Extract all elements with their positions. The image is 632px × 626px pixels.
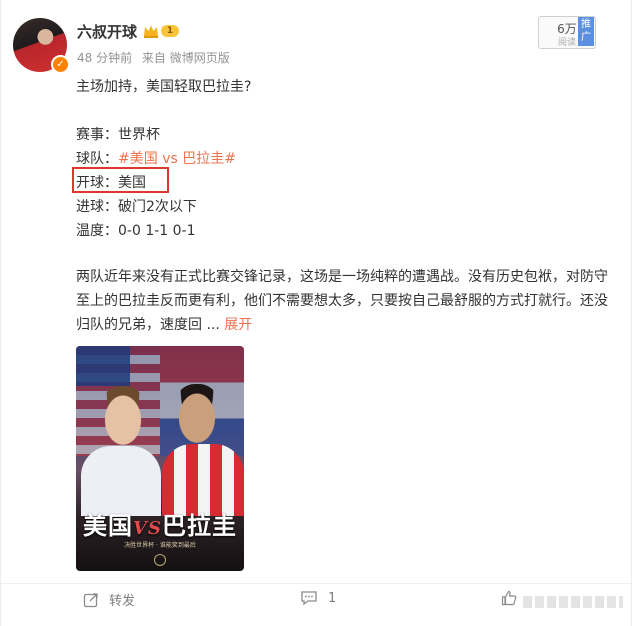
player-usa-head xyxy=(98,386,148,448)
promote-button[interactable]: 推广 xyxy=(578,17,594,46)
info-line-event: 赛事：世界杯 xyxy=(76,123,160,147)
username[interactable]: 六叔开球 xyxy=(77,21,137,42)
post-body: 两队近年来没有正式比赛交锋记录，这场是一场纯粹的遭遇战。没有历史包袱，对防守至上… xyxy=(76,265,616,337)
repost-label: 转发 xyxy=(109,594,136,609)
divider xyxy=(1,583,632,584)
info-label: 球队： xyxy=(76,151,118,167)
expand-link[interactable]: 展开 xyxy=(224,317,252,333)
info-line-goals: 进球：破门2次以下 xyxy=(76,195,197,219)
post-time[interactable]: 48 分钟前 xyxy=(77,51,132,65)
vip-level: 1 xyxy=(161,25,179,37)
post-source: 来自 微博网页版 xyxy=(141,51,230,65)
thumbs-up-icon xyxy=(501,590,517,606)
info-value: 世界杯 xyxy=(118,127,160,143)
vip-badge[interactable]: 1 xyxy=(143,23,181,39)
highlight-box xyxy=(72,167,169,193)
weibo-post-card: ✓ 六叔开球 1 48 分钟前 来自 微博网页版 6万 阅读 推广 主场加持，美… xyxy=(0,0,632,626)
poster-title: 美国VS巴拉圭 xyxy=(83,511,237,540)
post-image[interactable]: 美国VS巴拉圭 决胜世界杯 · 谁能笑到最后 xyxy=(76,346,244,571)
poster-subtitle: 决胜世界杯 · 谁能笑到最后 xyxy=(124,542,196,549)
info-value: 破门2次以下 xyxy=(118,199,197,215)
comment-icon xyxy=(301,591,317,606)
info-label: 温度： xyxy=(76,223,118,239)
post-meta: 48 分钟前 来自 微博网页版 xyxy=(77,49,236,66)
info-label: 进球： xyxy=(76,199,118,215)
like-count-obscured xyxy=(523,596,623,608)
comment-count: 1 xyxy=(328,590,337,606)
hashtag-link[interactable]: #美国 vs 巴拉圭# xyxy=(118,151,236,167)
info-label: 赛事： xyxy=(76,127,118,143)
us-flag-canton xyxy=(76,346,130,386)
verified-badge-icon: ✓ xyxy=(51,55,70,74)
repost-button[interactable]: 转发 xyxy=(83,590,135,609)
crown-icon xyxy=(144,25,158,38)
poster-emblem-icon xyxy=(154,554,166,566)
share-icon xyxy=(83,592,98,607)
player-paraguay-head xyxy=(172,384,222,446)
comment-button[interactable]: 1 xyxy=(300,590,336,606)
info-line-score: 温度：0-0 1-1 0-1 xyxy=(76,219,196,243)
info-value: 0-0 1-1 0-1 xyxy=(118,223,196,239)
post-paragraph: 两队近年来没有正式比赛交锋记录，这场是一场纯粹的遭遇战。没有历史包袱，对防守至上… xyxy=(76,269,608,333)
post-headline: 主场加持，美国轻取巴拉圭? xyxy=(76,79,252,95)
